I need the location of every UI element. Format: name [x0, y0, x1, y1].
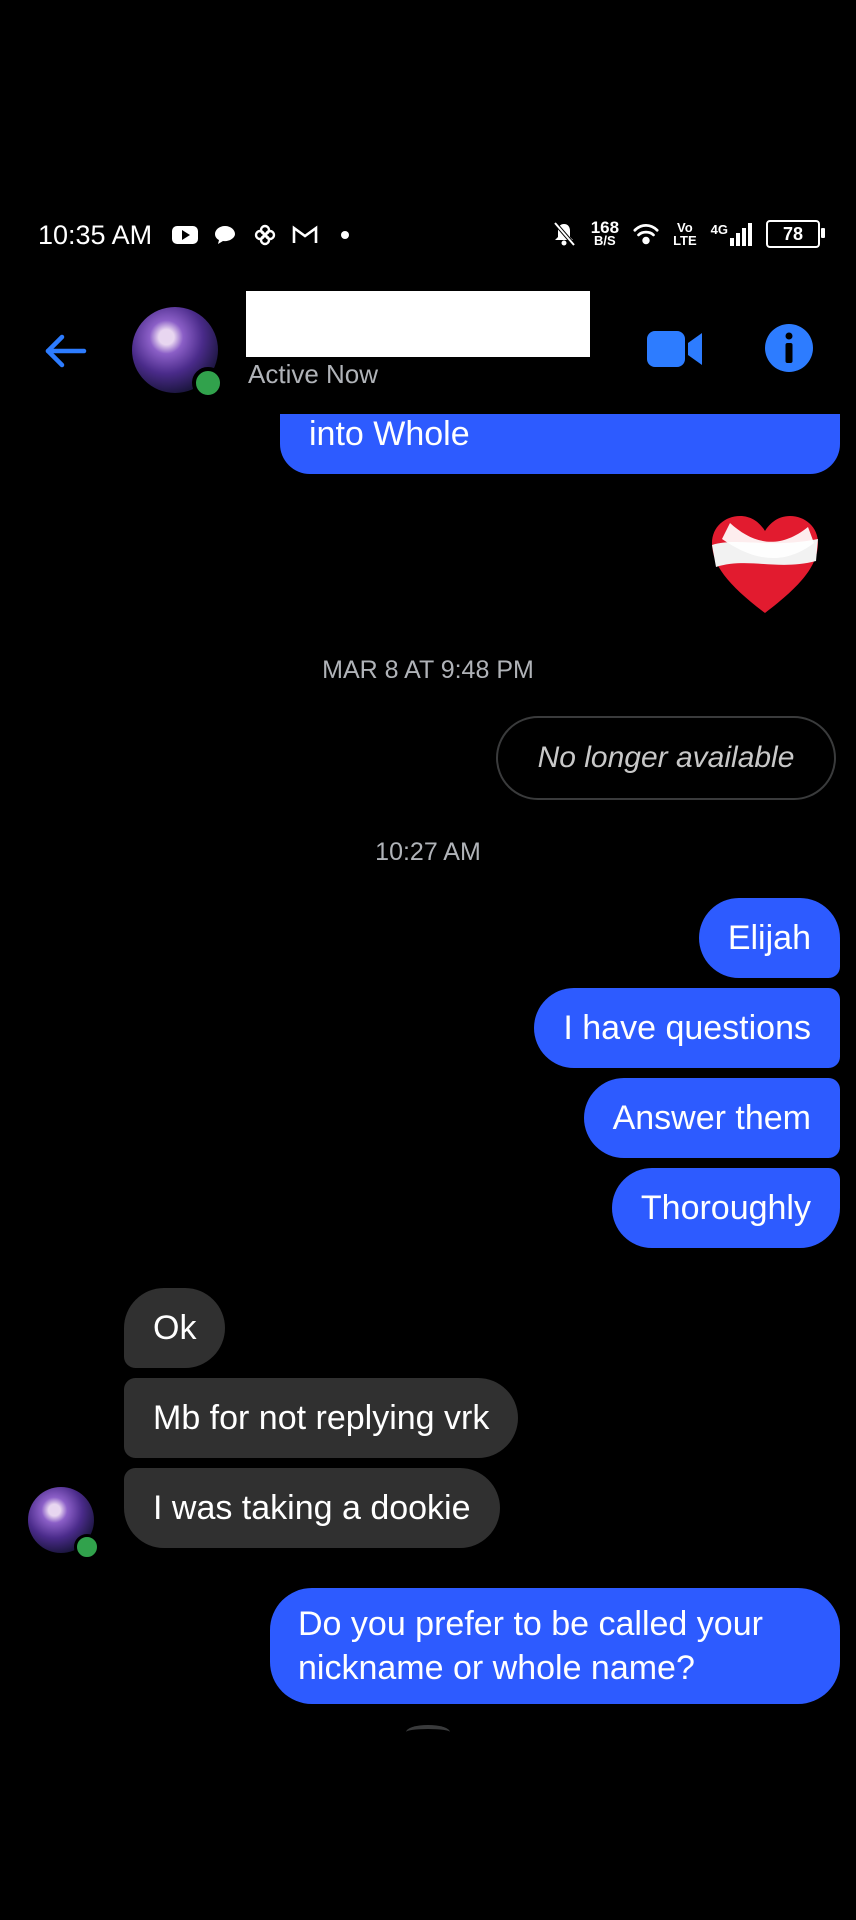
- status-bar: 10:35 AM 168 B/S Vo LTE 4G 78: [0, 212, 856, 260]
- wifi-icon: [633, 221, 659, 247]
- info-icon: [765, 324, 813, 372]
- message-sent[interactable]: Thoroughly: [611, 1168, 840, 1248]
- gmail-icon: [292, 222, 318, 248]
- battery-level: 78: [782, 223, 804, 244]
- back-button[interactable]: [40, 325, 92, 377]
- video-call-button[interactable]: [646, 327, 704, 371]
- info-button[interactable]: [764, 323, 814, 373]
- scroll-indicator: [406, 1725, 450, 1739]
- notification-icons: [172, 222, 358, 248]
- message-sent[interactable]: Do you prefer to be called your nickname…: [270, 1588, 840, 1704]
- chat-icon: [212, 222, 238, 248]
- message-sent[interactable]: Answer them: [583, 1078, 840, 1158]
- unavailable-message: No longer available: [496, 716, 836, 800]
- online-indicator: [192, 367, 224, 399]
- mending-heart-emoji[interactable]: [708, 513, 822, 619]
- mute-bell-icon: [551, 221, 577, 247]
- message-sent[interactable]: I have questions: [534, 988, 840, 1068]
- message-received[interactable]: Ok: [124, 1288, 226, 1368]
- dot-icon: [332, 222, 358, 248]
- message-sent[interactable]: Elijah: [698, 898, 840, 978]
- back-arrow-icon: [45, 334, 87, 368]
- timestamp: 10:27 AM: [375, 838, 481, 866]
- active-status: Active Now: [248, 359, 379, 389]
- message-received[interactable]: I was taking a dookie: [124, 1468, 500, 1548]
- volte-indicator: Vo LTE: [673, 220, 697, 248]
- status-time: 10:35 AM: [38, 220, 153, 250]
- message-sent[interactable]: into Whole: [280, 414, 840, 474]
- video-camera-icon: [647, 331, 702, 367]
- net-speed: 168 B/S: [590, 218, 620, 248]
- battery-icon: 78: [766, 220, 825, 248]
- pinwheel-icon: [252, 222, 278, 248]
- timestamp: MAR 8 AT 9:48 PM: [322, 656, 534, 684]
- signal-icon: 4G: [711, 222, 752, 246]
- online-indicator: [74, 1534, 100, 1560]
- system-icons: 168 B/S Vo LTE 4G 78: [551, 218, 825, 248]
- conversation-header: Active Now: [0, 285, 856, 405]
- message-received[interactable]: Mb for not replying vrk: [124, 1378, 519, 1458]
- youtube-icon: [172, 222, 198, 248]
- contact-name-redacted[interactable]: [246, 291, 590, 357]
